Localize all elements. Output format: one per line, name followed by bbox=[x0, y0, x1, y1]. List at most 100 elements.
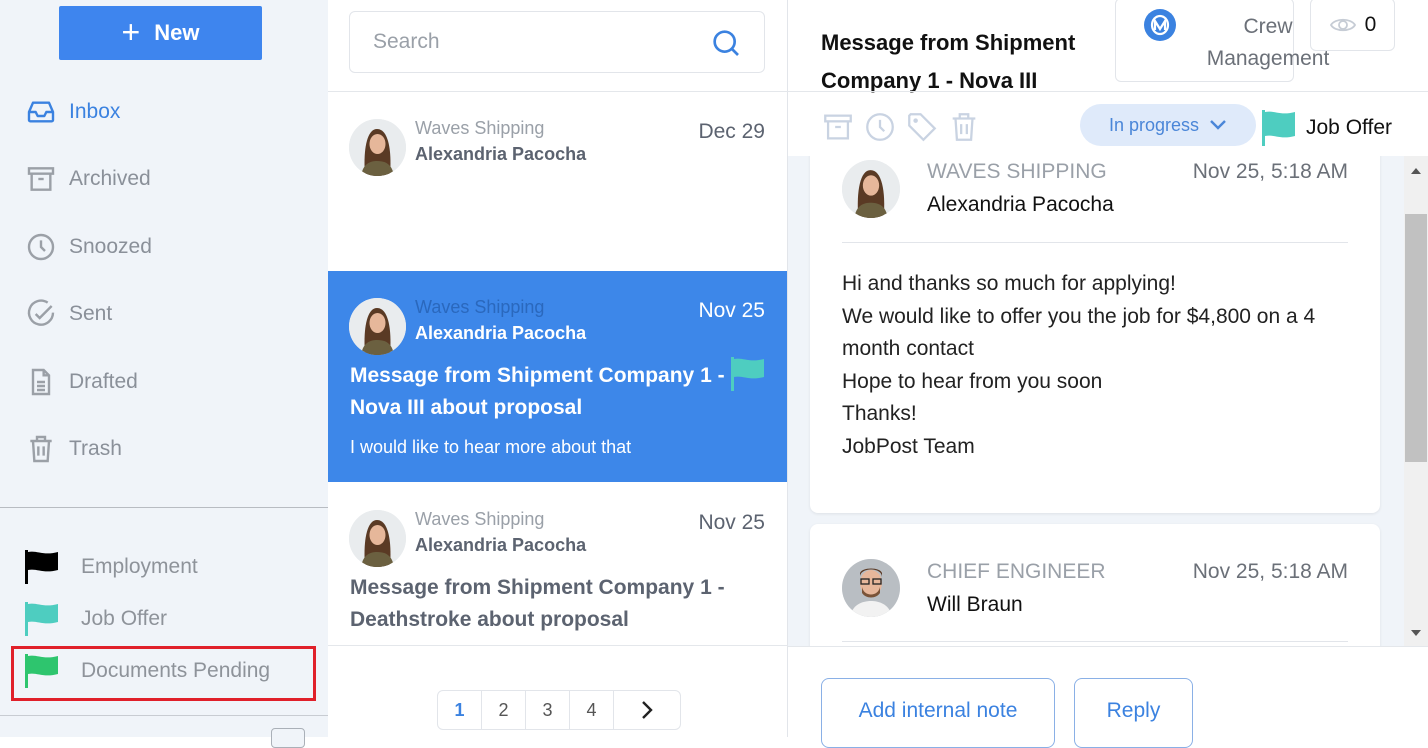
thread-message: CHIEF ENGINEER Will Braun Nov 25, 5:18 A… bbox=[810, 524, 1380, 646]
thread-message: WAVES SHIPPING Alexandria Pacocha Nov 25… bbox=[810, 156, 1380, 513]
highlight-box bbox=[11, 646, 316, 701]
sidebar-item-label: Inbox bbox=[69, 100, 121, 123]
message-list-panel: Waves Shipping Alexandria Pacocha Dec 29… bbox=[328, 0, 788, 737]
message-sender: Alexandria Pacocha bbox=[415, 535, 587, 555]
sender-name: Will Braun bbox=[927, 593, 1023, 616]
avatar bbox=[349, 298, 406, 355]
list-divider bbox=[328, 645, 788, 646]
sidebar-divider bbox=[0, 507, 328, 508]
sidebar-item-label: Drafted bbox=[69, 370, 138, 393]
sidebar-item-drafted[interactable]: Drafted bbox=[25, 365, 138, 399]
check-circle-icon bbox=[27, 299, 55, 326]
body-line: Hope to hear from you soon bbox=[842, 369, 1103, 393]
sidebar-item-trash[interactable]: Trash bbox=[25, 432, 122, 466]
search-input[interactable] bbox=[373, 30, 693, 54]
search-icon[interactable] bbox=[710, 27, 742, 59]
message-date: Dec 29 bbox=[698, 120, 765, 143]
collapse-sidebar-button[interactable] bbox=[271, 728, 305, 748]
views-counter[interactable]: 0 bbox=[1310, 0, 1395, 51]
avatar bbox=[842, 160, 900, 218]
label-item-employment[interactable]: Employment bbox=[25, 550, 198, 584]
message-time: Nov 25, 5:18 AM bbox=[1192, 160, 1348, 183]
new-message-button[interactable]: + New bbox=[59, 6, 262, 60]
inbox-icon bbox=[27, 101, 55, 123]
sidebar-item-archived[interactable]: Archived bbox=[25, 162, 151, 196]
card-divider bbox=[842, 242, 1348, 243]
message-thread: WAVES SHIPPING Alexandria Pacocha Nov 25… bbox=[788, 156, 1404, 646]
body-line: Thanks! bbox=[842, 402, 917, 425]
label-item-job-offer[interactable]: Job Offer bbox=[25, 602, 167, 636]
chevron-down-icon bbox=[1210, 120, 1226, 130]
list-item[interactable]: Waves Shipping Alexandria Pacocha Dec 29 bbox=[328, 92, 787, 270]
scrollbar-thumb[interactable] bbox=[1405, 214, 1427, 462]
scroll-down-arrow[interactable] bbox=[1411, 630, 1421, 636]
conversation-title: Message from Shipment Company 1 - Nova I… bbox=[821, 30, 1076, 93]
flag-icon bbox=[25, 602, 58, 636]
status-dropdown[interactable]: In progress bbox=[1080, 104, 1256, 146]
detail-toolbar bbox=[821, 110, 981, 144]
new-button-label: New bbox=[154, 20, 200, 45]
message-subject: Message from Shipment Company 1 - Deaths… bbox=[350, 576, 725, 631]
eye-icon bbox=[1329, 18, 1356, 31]
message-sender: Alexandria Pacocha bbox=[415, 323, 587, 343]
company-logo bbox=[1144, 9, 1176, 41]
sidebar-item-sent[interactable]: Sent bbox=[25, 297, 112, 331]
list-item-selected[interactable]: Waves Shipping Alexandria Pacocha Nov 25… bbox=[328, 271, 787, 482]
message-company: Waves Shipping bbox=[415, 118, 545, 138]
message-time: Nov 25, 5:18 AM bbox=[1192, 560, 1348, 583]
header-divider bbox=[788, 91, 1428, 92]
page-4-button[interactable]: 4 bbox=[570, 691, 614, 729]
sender-name: Alexandria Pacocha bbox=[927, 193, 1114, 216]
page-2-button[interactable]: 2 bbox=[482, 691, 526, 729]
trash-icon bbox=[30, 435, 52, 463]
page-1-button[interactable]: 1 bbox=[438, 691, 482, 729]
search-box[interactable] bbox=[349, 11, 765, 73]
archive-icon[interactable] bbox=[821, 110, 855, 144]
thread-scrollbar[interactable] bbox=[1404, 156, 1428, 646]
sidebar-item-label: Sent bbox=[69, 302, 113, 325]
card-divider bbox=[842, 641, 1348, 642]
list-item[interactable]: Waves Shipping Alexandria Pacocha Nov 25… bbox=[328, 483, 787, 645]
message-preview: I would like to hear more about that bbox=[350, 437, 632, 457]
next-page-button[interactable] bbox=[614, 691, 680, 729]
sidebar-item-inbox[interactable]: Inbox bbox=[25, 95, 120, 129]
message-date: Nov 25 bbox=[698, 299, 765, 322]
avatar bbox=[349, 119, 406, 176]
message-detail-panel: Message from Shipment Company 1 - Nova I… bbox=[788, 0, 1428, 748]
reply-button[interactable]: Reply bbox=[1074, 678, 1193, 748]
sidebar: + New Inbox Archived Snoozed Sent Drafte… bbox=[0, 0, 328, 748]
conversation-label-text: Job Offer bbox=[1306, 116, 1392, 139]
clock-icon[interactable] bbox=[863, 110, 897, 144]
trash-icon[interactable] bbox=[947, 110, 981, 144]
chevron-right-icon bbox=[642, 701, 653, 719]
add-internal-note-button[interactable]: Add internal note bbox=[821, 678, 1055, 748]
label-item-text: Job Offer bbox=[81, 607, 167, 630]
body-line: JobPost Team bbox=[842, 434, 975, 458]
sidebar-item-snoozed[interactable]: Snoozed bbox=[25, 230, 152, 264]
sender-role: CHIEF ENGINEER bbox=[927, 560, 1106, 583]
avatar bbox=[842, 559, 900, 617]
status-label: In progress bbox=[1108, 114, 1200, 135]
message-body: Hi and thanks so much for applying! We w… bbox=[842, 268, 1348, 463]
label-item-text: Employment bbox=[81, 555, 198, 578]
tag-icon[interactable] bbox=[905, 110, 939, 144]
document-icon bbox=[31, 368, 51, 396]
message-subject: Message from Shipment Company 1 - Nova I… bbox=[350, 364, 725, 419]
avatar bbox=[349, 510, 406, 567]
pagination: 1 2 3 4 bbox=[437, 690, 681, 730]
sidebar-item-label: Trash bbox=[69, 437, 122, 460]
message-date: Nov 25 bbox=[698, 511, 765, 534]
flag-icon bbox=[1262, 110, 1295, 146]
message-company: Waves Shipping bbox=[415, 297, 545, 317]
sidebar-item-label: Snoozed bbox=[69, 235, 152, 258]
scroll-up-arrow[interactable] bbox=[1411, 168, 1421, 174]
message-company: Waves Shipping bbox=[415, 509, 545, 529]
plus-icon: + bbox=[121, 13, 141, 50]
archive-icon bbox=[27, 167, 55, 191]
sidebar-divider bbox=[0, 715, 328, 716]
flag-icon bbox=[731, 357, 764, 391]
flag-icon bbox=[25, 550, 58, 584]
company-badge[interactable]: Crew Management bbox=[1115, 0, 1329, 82]
page-3-button[interactable]: 3 bbox=[526, 691, 570, 729]
conversation-label[interactable]: Job Offer bbox=[1262, 110, 1392, 146]
